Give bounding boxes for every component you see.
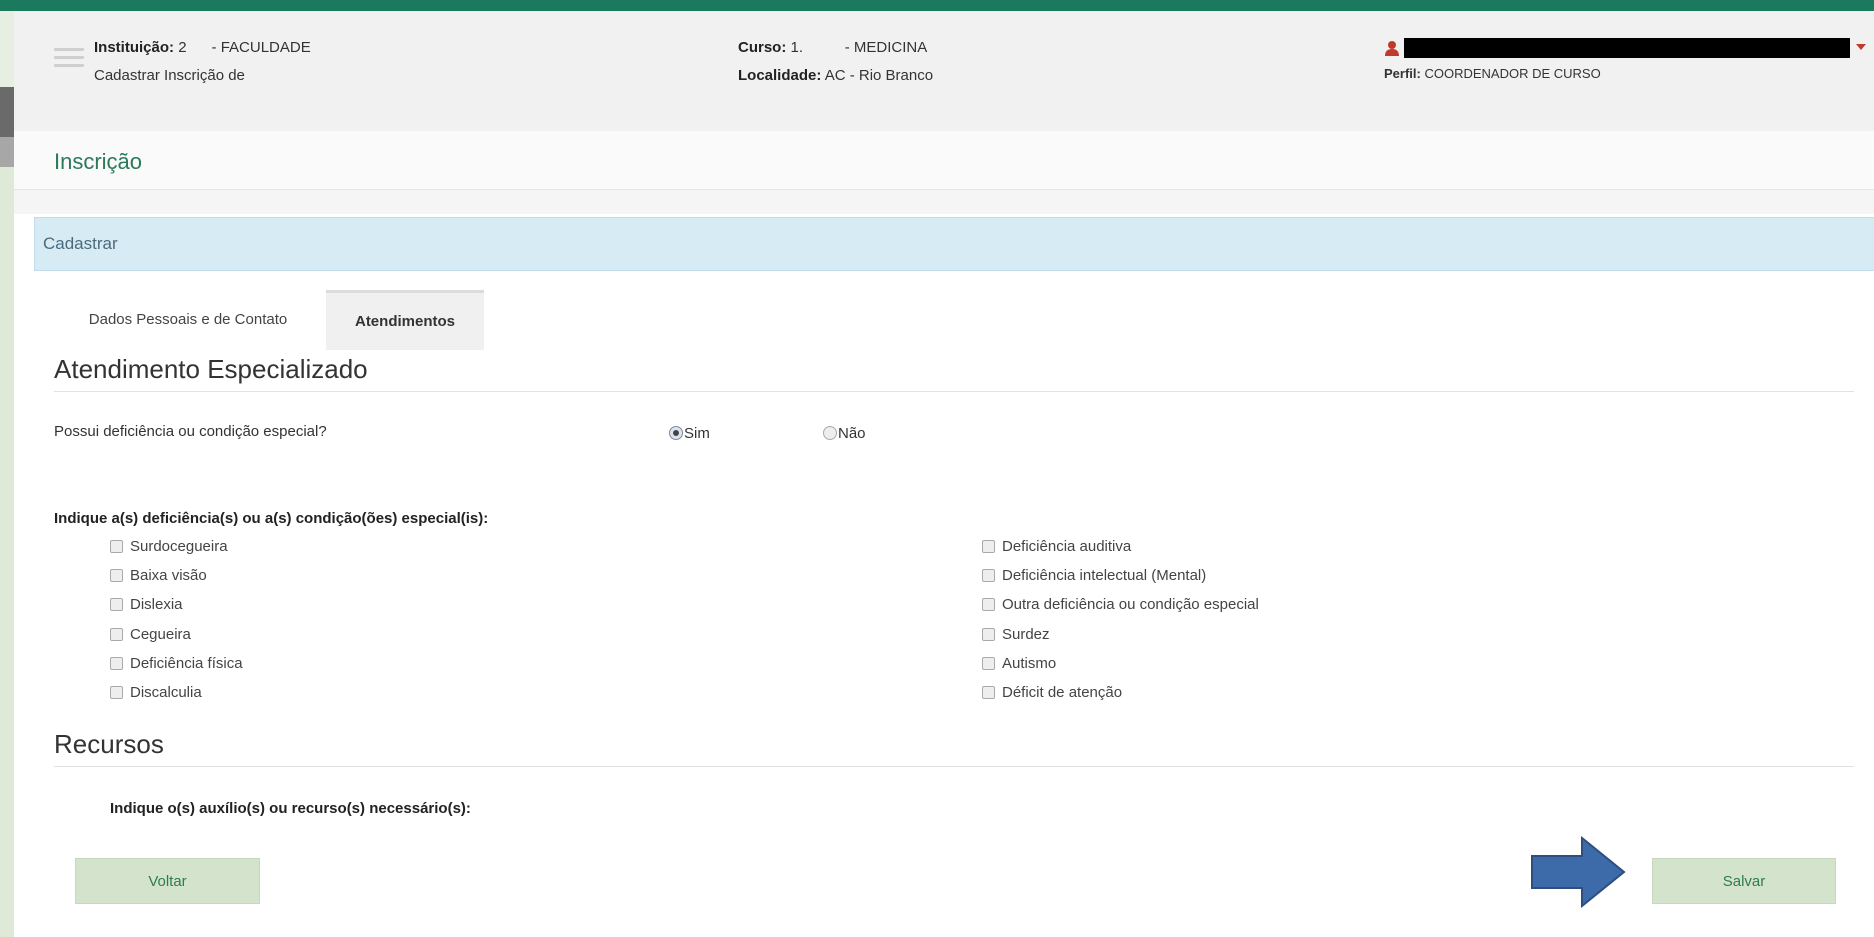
panel-header: Cadastrar xyxy=(34,217,1874,271)
checkbox-box[interactable] xyxy=(982,657,995,670)
tab-dados-pessoais[interactable]: Dados Pessoais e de Contato xyxy=(54,290,322,350)
checkbox-autismo[interactable]: Autismo xyxy=(982,655,1056,672)
checkbox-label: Surdocegueira xyxy=(130,538,228,555)
checkbox-box[interactable] xyxy=(982,569,995,582)
section-divider xyxy=(54,391,1854,392)
spacer xyxy=(14,190,1874,214)
perfil-label: Perfil: xyxy=(1384,66,1421,81)
checkbox-deficiencia-intelectual[interactable]: Deficiência intelectual (Mental) xyxy=(982,567,1206,584)
checkbox-box[interactable] xyxy=(110,598,123,611)
checkbox-label: Cegueira xyxy=(130,626,191,643)
radio-nao[interactable] xyxy=(823,426,837,440)
page-title-bar: Inscrição xyxy=(14,131,1874,190)
voltar-button[interactable]: Voltar xyxy=(75,858,260,904)
checkbox-box[interactable] xyxy=(982,686,995,699)
deficiencia-question: Possui deficiência ou condição especial? xyxy=(54,423,327,440)
checkbox-deficit-atencao[interactable]: Déficit de atenção xyxy=(982,684,1122,701)
hamburger-menu-icon[interactable] xyxy=(54,48,84,68)
left-rail-gray-block xyxy=(0,137,14,167)
curso-label: Curso: xyxy=(738,39,787,56)
radio-sim-label: Sim xyxy=(684,425,710,442)
checkbox-box[interactable] xyxy=(982,628,995,641)
localidade-value: AC - Rio Branco xyxy=(824,67,934,84)
checkbox-label: Déficit de atenção xyxy=(1002,684,1123,701)
left-rail-dark-block xyxy=(0,87,14,137)
checkbox-deficiencia-auditiva[interactable]: Deficiência auditiva xyxy=(982,538,1131,555)
checkbox-label: Discalculia xyxy=(130,684,202,701)
section-divider xyxy=(54,766,1854,767)
deficiencias-label: Indique a(s) deficiência(s) ou a(s) cond… xyxy=(54,510,489,527)
header-subtitle: Cadastrar Inscrição de xyxy=(94,67,245,84)
checkbox-outra-deficiencia[interactable]: Outra deficiência ou condição especial xyxy=(982,596,1259,613)
checkbox-dislexia[interactable]: Dislexia xyxy=(110,596,183,613)
radio-sim[interactable] xyxy=(669,426,683,440)
checkbox-deficiencia-fisica[interactable]: Deficiência física xyxy=(110,655,243,672)
checkbox-box[interactable] xyxy=(110,569,123,582)
localidade-label: Localidade: xyxy=(738,67,822,84)
arrow-right-icon xyxy=(1531,836,1626,908)
perfil-value: COORDENADOR DE CURSO xyxy=(1424,66,1601,81)
checkbox-label: Deficiência auditiva xyxy=(1002,538,1132,555)
checkbox-label: Autismo xyxy=(1002,655,1057,672)
top-accent-bar xyxy=(0,0,1874,11)
page-title: Inscrição xyxy=(54,149,143,174)
user-menu-caret-icon[interactable] xyxy=(1856,44,1866,50)
instituicao-value: 2 - FACULDADE xyxy=(178,39,311,56)
checkbox-surdez[interactable]: Surdez xyxy=(982,626,1050,643)
checkbox-label: Surdez xyxy=(1002,626,1050,643)
checkbox-box[interactable] xyxy=(110,686,123,699)
checkbox-baixa-visao[interactable]: Baixa visão xyxy=(110,567,207,584)
user-name-redacted[interactable] xyxy=(1404,38,1850,58)
checkbox-box[interactable] xyxy=(982,540,995,553)
checkbox-label: Dislexia xyxy=(130,596,183,613)
checkbox-cegueira[interactable]: Cegueira xyxy=(110,626,191,643)
recursos-section-title: Recursos xyxy=(54,729,164,759)
checkbox-label: Deficiência intelectual (Mental) xyxy=(1002,567,1207,584)
tab-atendimentos[interactable]: Atendimentos xyxy=(326,290,484,350)
checkbox-box[interactable] xyxy=(110,657,123,670)
curso-value: 1. - MEDICINA xyxy=(790,39,928,56)
atendimento-section-title: Atendimento Especializado xyxy=(54,354,368,384)
checkbox-box[interactable] xyxy=(110,628,123,641)
left-rail xyxy=(0,11,14,937)
user-icon xyxy=(1385,41,1399,56)
checkbox-box[interactable] xyxy=(110,540,123,553)
instituicao-info: Instituição: 2 - FACULDADE Cadastrar Ins… xyxy=(94,34,311,90)
recursos-label: Indique o(s) auxílio(s) ou recurso(s) ne… xyxy=(110,800,471,817)
salvar-button[interactable]: Salvar xyxy=(1652,858,1836,904)
perfil-info: Perfil: COORDENADOR DE CURSO xyxy=(1384,66,1601,81)
checkbox-label: Deficiência física xyxy=(130,655,243,672)
checkbox-surdocegueira[interactable]: Surdocegueira xyxy=(110,538,228,555)
radio-nao-label: Não xyxy=(838,425,866,442)
checkbox-label: Outra deficiência ou condição especial xyxy=(1002,596,1259,613)
checkbox-box[interactable] xyxy=(982,598,995,611)
instituicao-label: Instituição: xyxy=(94,39,175,56)
panel-title: Cadastrar xyxy=(43,234,118,253)
checkbox-discalculia[interactable]: Discalculia xyxy=(110,684,202,701)
curso-info: Curso: 1. - MEDICINA Localidade: AC - Ri… xyxy=(738,34,933,90)
checkbox-label: Baixa visão xyxy=(130,567,207,584)
left-rail-green-block xyxy=(0,167,14,937)
